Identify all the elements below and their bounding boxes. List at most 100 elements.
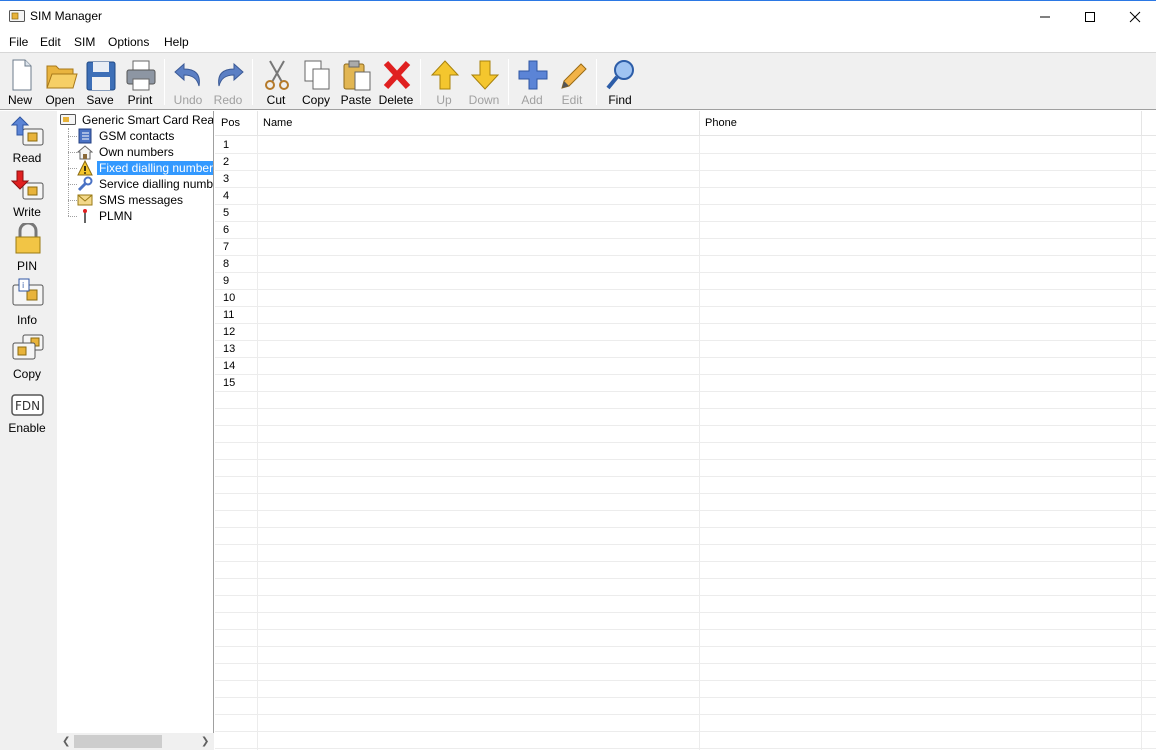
pos-cell: 2 <box>223 156 230 168</box>
table-row[interactable] <box>215 715 1156 732</box>
menu-help[interactable]: Help <box>164 35 189 49</box>
contacts-book-icon <box>78 128 92 144</box>
pos-cell: 1 <box>223 139 230 151</box>
pos-cell: 8 <box>223 258 230 270</box>
printer-icon <box>126 60 156 91</box>
padlock-icon <box>15 223 41 254</box>
table-row[interactable]: 10 <box>215 290 1156 307</box>
pos-cell: 14 <box>223 360 236 372</box>
magnifier-icon <box>606 60 634 90</box>
table-row[interactable] <box>215 511 1156 528</box>
scroll-right-icon[interactable]: ❯ <box>201 736 209 747</box>
pos-cell: 3 <box>223 173 230 185</box>
table-row[interactable] <box>215 392 1156 409</box>
table-row[interactable] <box>215 596 1156 613</box>
table-row[interactable]: 1 <box>215 137 1156 154</box>
enable-fdn-button[interactable]: FDN Enable <box>4 385 50 435</box>
copy-sim-icon <box>12 334 44 360</box>
menu-file[interactable]: File <box>9 35 28 49</box>
print-button[interactable]: Print <box>120 56 160 108</box>
menu-sim[interactable]: SIM <box>74 35 95 49</box>
copy-pages-icon <box>304 60 330 90</box>
column-header-phone[interactable]: Phone <box>699 111 1142 136</box>
svg-text:FDN: FDN <box>15 399 40 413</box>
maximize-button[interactable] <box>1066 1 1112 32</box>
envelope-icon <box>77 194 93 206</box>
copy-sim-button[interactable]: Copy <box>4 331 50 381</box>
table-row[interactable] <box>215 630 1156 647</box>
up-arrow-icon <box>430 60 460 90</box>
table-row[interactable] <box>215 562 1156 579</box>
table-row[interactable]: 15 <box>215 375 1156 392</box>
write-button[interactable]: Write <box>4 169 50 219</box>
scissors-icon <box>265 60 289 90</box>
down-button[interactable]: Down <box>464 56 504 108</box>
table-row[interactable] <box>215 443 1156 460</box>
table-row[interactable]: 9 <box>215 273 1156 290</box>
pos-cell: 9 <box>223 275 230 287</box>
table-row[interactable] <box>215 477 1156 494</box>
close-icon <box>1129 11 1141 23</box>
table-row[interactable] <box>215 545 1156 562</box>
plus-icon <box>518 60 548 90</box>
open-folder-icon <box>46 65 78 89</box>
table-row[interactable] <box>215 613 1156 630</box>
info-button[interactable]: i Info <box>4 277 50 327</box>
minimize-icon <box>1040 16 1050 18</box>
table-row[interactable] <box>215 409 1156 426</box>
save-disk-icon <box>86 61 116 91</box>
table-row[interactable] <box>215 664 1156 681</box>
column-header-pos[interactable]: Pos <box>215 111 258 136</box>
table-row[interactable] <box>215 460 1156 477</box>
warning-triangle-icon <box>77 160 93 176</box>
table-row[interactable]: 5 <box>215 205 1156 222</box>
scroll-left-icon[interactable]: ❮ <box>62 736 70 747</box>
table-row[interactable] <box>215 732 1156 749</box>
close-button[interactable] <box>1111 1 1156 32</box>
table-row[interactable]: 7 <box>215 239 1156 256</box>
table-row[interactable]: 6 <box>215 222 1156 239</box>
table-row[interactable] <box>215 698 1156 715</box>
edit-button[interactable]: Edit <box>552 56 592 108</box>
menu-bar: File Edit SIM Options Help <box>0 32 1156 52</box>
menu-options[interactable]: Options <box>108 35 149 49</box>
table-row[interactable] <box>215 579 1156 596</box>
table-row[interactable]: 3 <box>215 171 1156 188</box>
redo-button[interactable]: Redo <box>208 56 248 108</box>
menu-edit[interactable]: Edit <box>40 35 61 49</box>
tree-horizontal-scrollbar[interactable]: ❮ ❯ <box>57 733 214 750</box>
delete-button[interactable]: Delete <box>376 56 416 108</box>
pencil-icon <box>561 63 587 89</box>
title-bar: SIM Manager <box>0 0 1156 32</box>
read-button[interactable]: Read <box>4 115 50 165</box>
find-button[interactable]: Find <box>600 56 640 108</box>
pin-button[interactable]: PIN <box>4 223 50 273</box>
down-arrow-icon <box>470 60 500 90</box>
minimize-button[interactable] <box>1021 1 1067 32</box>
grid-header: Pos Name Phone <box>215 111 1156 136</box>
table-row[interactable] <box>215 681 1156 698</box>
table-row[interactable]: 4 <box>215 188 1156 205</box>
pos-cell: 7 <box>223 241 230 253</box>
pos-cell: 4 <box>223 190 230 202</box>
table-row[interactable]: 14 <box>215 358 1156 375</box>
table-row[interactable]: 13 <box>215 341 1156 358</box>
scrollbar-thumb[interactable] <box>74 735 162 748</box>
column-header-name[interactable]: Name <box>257 111 700 136</box>
undo-arrow-icon <box>174 62 200 87</box>
card-reader-icon <box>60 114 76 125</box>
table-row[interactable]: 2 <box>215 154 1156 171</box>
read-sim-icon <box>11 116 44 146</box>
window-title: SIM Manager <box>30 9 103 23</box>
table-row[interactable]: 8 <box>215 256 1156 273</box>
table-row[interactable]: 12 <box>215 324 1156 341</box>
svg-text:i: i <box>22 281 24 290</box>
fdn-icon: FDN <box>11 394 44 416</box>
table-row[interactable] <box>215 426 1156 443</box>
pos-cell: 13 <box>223 343 236 355</box>
table-row[interactable] <box>215 647 1156 664</box>
table-row[interactable] <box>215 494 1156 511</box>
table-row[interactable]: 11 <box>215 307 1156 324</box>
left-sidebar: Read Write PIN i Info Copy FDN Enable <box>0 111 57 750</box>
table-row[interactable] <box>215 528 1156 545</box>
